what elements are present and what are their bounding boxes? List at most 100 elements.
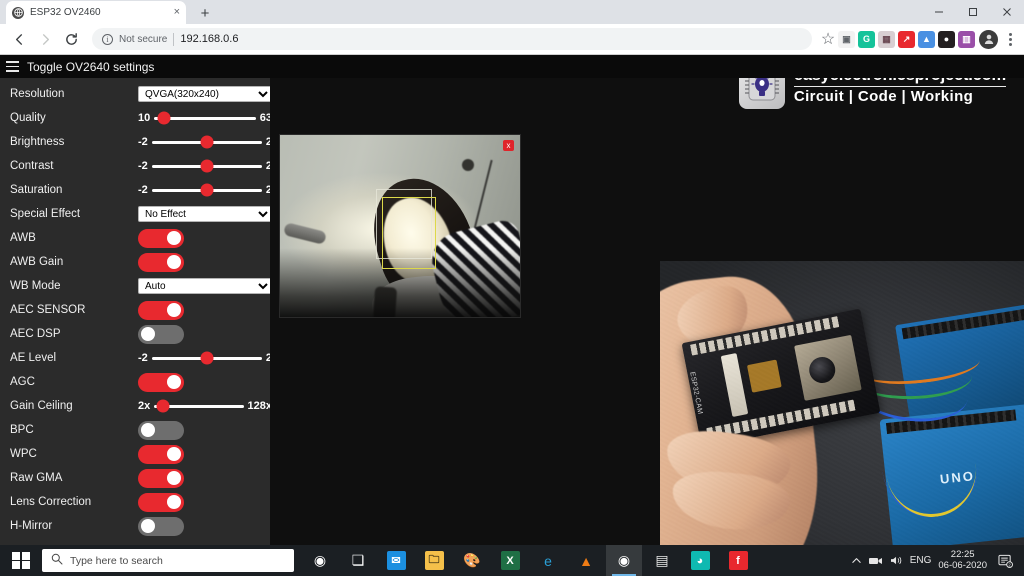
slider-knob[interactable] (156, 399, 170, 413)
windows-logo-icon (12, 551, 30, 570)
setting-toggle[interactable] (138, 468, 184, 488)
setting-row: AE Level -2 2 (0, 346, 270, 370)
maximize-button[interactable] (956, 0, 990, 24)
volume-icon[interactable] (890, 555, 903, 566)
start-button[interactable] (0, 545, 42, 576)
setting-control (138, 468, 270, 488)
slider-track[interactable] (151, 135, 262, 149)
hamburger-icon[interactable] (6, 61, 19, 72)
setting-toggle[interactable] (138, 324, 184, 344)
icon-glyph: e (544, 552, 552, 569)
language-indicator[interactable]: ENG (910, 555, 932, 566)
edge-icon[interactable]: e (530, 545, 566, 576)
messenger-icon[interactable]: ◕ (682, 545, 718, 576)
taskbar-search[interactable]: Type here to search (42, 549, 294, 572)
page-header: Toggle OV2640 settings (0, 55, 1024, 78)
network-icon[interactable] (868, 555, 883, 566)
setting-select[interactable]: AutoSunnyCloudyOfficeHome (138, 278, 270, 294)
setting-toggle[interactable] (138, 300, 184, 320)
setting-slider[interactable]: 10 63 (138, 111, 270, 125)
setting-row: AEC SENSOR (0, 298, 270, 322)
reload-button[interactable] (58, 26, 84, 52)
stream-close-icon[interactable]: x (503, 140, 514, 151)
paint-icon[interactable]: 🎨 (454, 545, 490, 576)
setting-select[interactable]: UXGA(1600x1200)SXGA(1280x1024)XGA(1024x7… (138, 86, 270, 102)
clock[interactable]: 22:25 06-06-2020 (938, 549, 987, 572)
file-explorer-icon[interactable]: 🗀 (416, 545, 452, 576)
slider-track[interactable] (151, 351, 262, 365)
setting-slider[interactable]: 2x 128x (138, 399, 270, 413)
extension-drive[interactable]: ▲ (918, 30, 935, 48)
extension-purple[interactable]: ▥ (958, 30, 975, 48)
chevron-up-icon[interactable] (851, 555, 862, 566)
facebook-icon[interactable]: f (720, 545, 756, 576)
slider-max-label: 2 (265, 160, 270, 172)
setting-row: AEC DSP (0, 322, 270, 346)
taskbar-icons: ◉ ❏ ✉ 🗀 🎨 Xe ▲ ◉ ▤ ◕ f (302, 545, 756, 576)
setting-toggle[interactable] (138, 516, 184, 536)
extension-qr[interactable]: ▦ (878, 30, 895, 48)
setting-control: AutoSunnyCloudyOfficeHome (138, 278, 270, 294)
toggle-knob (141, 327, 155, 341)
slider-track[interactable] (151, 159, 262, 173)
tab-close-icon[interactable]: × (174, 7, 180, 18)
logo-tagline: Circuit | Code | Working (793, 88, 974, 106)
extension-dark[interactable]: ● (938, 30, 955, 48)
url-text: 192.168.0.6 (180, 33, 239, 45)
setting-select[interactable]: No EffectNegativeGrayscaleRed TintGreen … (138, 206, 270, 222)
forward-button[interactable] (32, 26, 58, 52)
setting-toggle[interactable] (138, 228, 184, 248)
slider-track[interactable] (151, 183, 262, 197)
face-detect-box (382, 197, 436, 269)
setting-toggle[interactable] (138, 492, 184, 512)
extension-icons: ▣ G ▦ ↗ ▲ ● ▥ (838, 30, 975, 48)
setting-row: WB Mode AutoSunnyCloudyOfficeHome (0, 274, 270, 298)
icon-glyph: ◉ (313, 552, 327, 568)
excel-icon[interactable]: X (492, 545, 528, 576)
setting-slider[interactable]: -2 2 (138, 159, 270, 173)
slider-knob[interactable] (200, 159, 214, 173)
setting-toggle[interactable] (138, 444, 184, 464)
setting-label: WB Mode (10, 280, 61, 292)
extension-grammarly[interactable]: G (858, 30, 875, 48)
slider-track[interactable] (154, 399, 244, 413)
slider-knob[interactable] (200, 183, 214, 197)
minimize-button[interactable] (922, 0, 956, 24)
setting-control (138, 228, 270, 248)
extension-screenshot[interactable]: ▣ (838, 30, 855, 48)
setting-toggle[interactable] (138, 372, 184, 392)
setting-slider[interactable]: -2 2 (138, 183, 270, 197)
extension-pdf[interactable]: ↗ (898, 30, 915, 48)
new-tab-button[interactable]: + (194, 2, 216, 24)
bookmark-star-icon[interactable]: ☆ (818, 29, 838, 49)
window-controls (922, 0, 1024, 24)
setting-slider[interactable]: -2 2 (138, 351, 270, 365)
browser-menu-button[interactable] (1002, 32, 1018, 46)
info-icon[interactable]: i (102, 33, 113, 45)
action-center-icon[interactable]: 2 (994, 554, 1016, 568)
notepad-icon[interactable]: ▤ (644, 545, 680, 576)
icon-glyph: ◉ (617, 552, 631, 568)
vlc-icon[interactable]: ▲ (568, 545, 604, 576)
task-view-icon[interactable]: ❏ (340, 545, 376, 576)
address-bar[interactable]: i Not secure 192.168.0.6 (92, 28, 812, 50)
slider-track[interactable] (154, 111, 256, 125)
chrome-icon[interactable]: ◉ (606, 545, 642, 576)
back-button[interactable] (6, 26, 32, 52)
icon-glyph: 🎨 (463, 552, 481, 568)
slider-knob[interactable] (157, 111, 171, 125)
slider-knob[interactable] (200, 135, 214, 149)
browser-tab[interactable]: ESP32 OV2460 × (6, 1, 186, 24)
setting-slider[interactable]: -2 2 (138, 135, 270, 149)
avatar[interactable] (979, 29, 998, 49)
setting-row: Contrast -2 2 (0, 154, 270, 178)
mail-icon[interactable]: ✉ (378, 545, 414, 576)
close-button[interactable] (990, 0, 1024, 24)
slider-max-label: 2 (265, 184, 270, 196)
slider-knob[interactable] (200, 351, 214, 365)
setting-toggle[interactable] (138, 420, 184, 440)
slider-min-label: -2 (138, 160, 148, 172)
cortana-icon[interactable]: ◉ (302, 545, 338, 576)
setting-toggle[interactable] (138, 252, 184, 272)
setting-label: Resolution (10, 88, 65, 100)
